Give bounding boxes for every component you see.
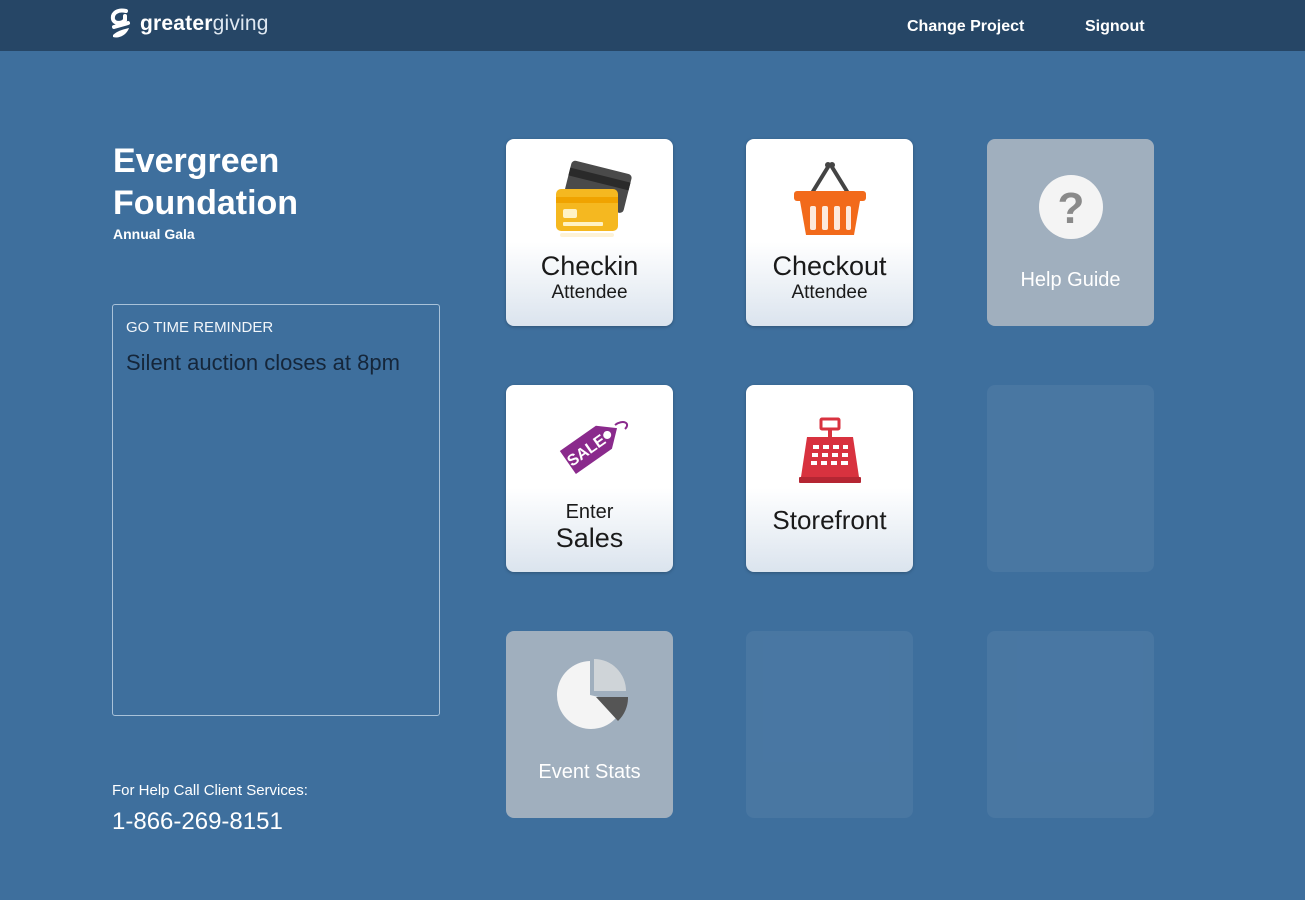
sale-tag-icon: SALE	[559, 421, 628, 474]
pie-chart-icon	[556, 659, 628, 729]
reminder-text: Silent auction closes at 8pm	[126, 350, 400, 375]
top-bar: greatergiving Change Project Signout	[0, 0, 1305, 51]
enter-sales-tile[interactable]: SALE Enter Sales	[506, 385, 673, 572]
svg-text:?: ?	[1057, 184, 1084, 233]
organization-name: Evergreen Foundation	[113, 140, 413, 224]
empty-tile	[987, 631, 1154, 818]
checkout-label: Checkout	[772, 251, 887, 281]
change-project-link[interactable]: Change Project	[907, 18, 1024, 36]
help-phone-number: 1-866-269-8151	[112, 808, 283, 835]
help-guide-label: Help Guide	[1020, 269, 1121, 291]
logo-text: greatergiving	[140, 12, 269, 36]
event-name: Annual Gala	[113, 226, 195, 242]
cash-register-icon	[798, 417, 861, 483]
enter-sales-pre-label: Enter	[565, 501, 614, 523]
go-time-reminder-panel: GO TIME REMINDER Silent auction closes a…	[112, 304, 440, 716]
storefront-tile[interactable]: Storefront	[746, 385, 913, 572]
reminder-title: GO TIME REMINDER	[126, 319, 274, 336]
organization-name-line1: Evergreen	[113, 142, 280, 180]
greatergiving-logo[interactable]: greatergiving	[108, 6, 269, 42]
checkout-sublabel: Attendee	[791, 282, 868, 303]
enter-sales-label: Sales	[555, 523, 624, 553]
question-mark-icon: ?	[1038, 175, 1103, 239]
event-stats-tile[interactable]: Event Stats	[506, 631, 673, 818]
checkin-label: Checkin	[540, 251, 639, 281]
help-guide-tile[interactable]: ? Help Guide	[987, 139, 1154, 326]
storefront-label: Storefront	[772, 505, 887, 535]
signout-link[interactable]: Signout	[1085, 18, 1145, 36]
logo-text-bold: greater	[140, 12, 213, 35]
checkin-sublabel: Attendee	[551, 282, 628, 303]
event-stats-label: Event Stats	[538, 761, 641, 783]
logo-g-icon	[110, 8, 130, 38]
credit-card-icon	[555, 160, 632, 237]
organization-name-line2: Foundation	[113, 184, 299, 222]
empty-tile	[987, 385, 1154, 572]
checkout-attendee-tile[interactable]: Checkout Attendee	[746, 139, 913, 326]
shopping-basket-icon	[793, 162, 866, 235]
help-label: For Help Call Client Services:	[112, 782, 308, 799]
empty-tile	[746, 631, 913, 818]
logo-text-light: giving	[212, 12, 269, 35]
checkin-attendee-tile[interactable]: Checkin Attendee	[506, 139, 673, 326]
